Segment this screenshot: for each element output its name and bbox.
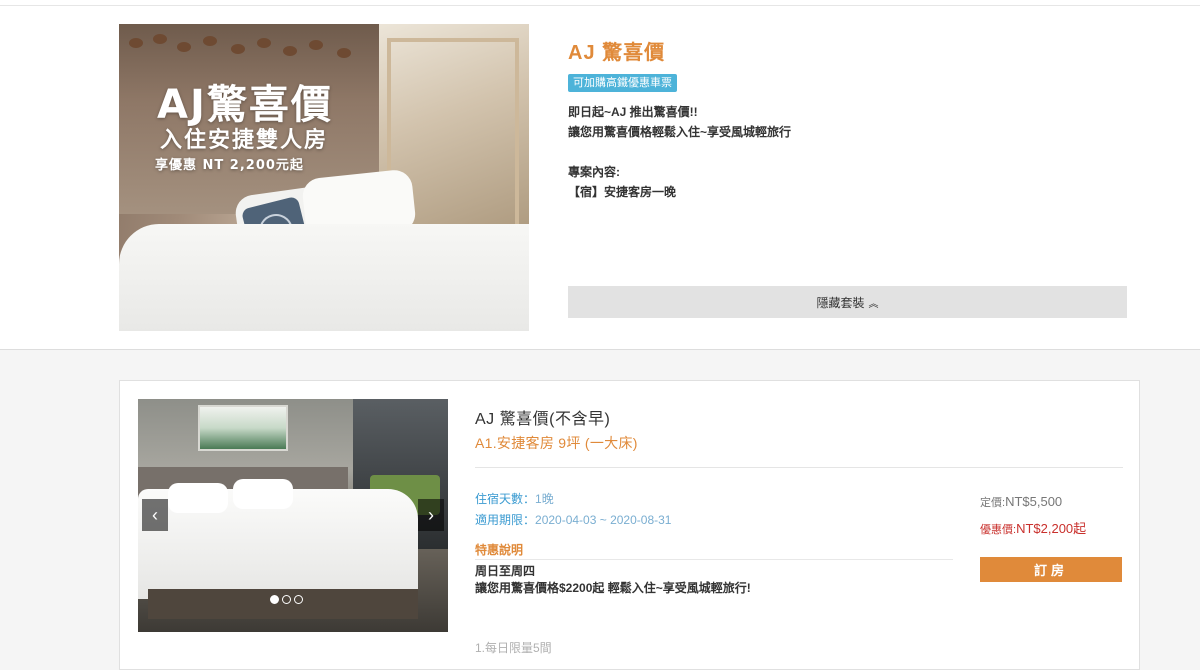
hide-package-label: 隱藏套裝 <box>816 295 865 310</box>
promo-desc-line: 讓您用驚喜價格輕鬆入住~享受風城輕旅行 <box>568 125 792 139</box>
promo-content: 專案內容: 【宿】安捷客房一晚 <box>568 162 676 202</box>
room-gallery: ‹ › <box>138 399 448 632</box>
promo-description: 即日起~AJ 推出驚喜價!! 讓您用驚喜價格輕鬆入住~享受風城輕旅行 <box>568 102 791 142</box>
promo-image-subtitle: 入住安捷雙人房 <box>160 128 329 153</box>
gallery-pillow <box>168 483 228 513</box>
promo-image: AJ驚喜價 入住安捷雙人房 享優惠 NT 2,200元起 <box>119 24 529 331</box>
special-offer-line: 周日至周四 <box>475 564 536 578</box>
gallery-wall-art <box>198 405 288 451</box>
gallery-dots <box>270 595 303 604</box>
nights-label: 住宿天數： <box>475 492 536 506</box>
room-card: ‹ › AJ 驚喜價(不含早) A1.安捷客房 9坪 (一大床) 住宿天數：1晚… <box>119 380 1140 670</box>
divider <box>475 559 953 560</box>
room-note: 1.每日限量5間 <box>475 641 552 655</box>
promo-desc-line: 即日起~AJ 推出驚喜價!! <box>568 105 698 119</box>
promo-package-section: AJ驚喜價 入住安捷雙人房 享優惠 NT 2,200元起 AJ 驚喜價 可加購高… <box>0 6 1200 350</box>
divider <box>475 467 1123 468</box>
sale-price: 優惠價:NT$2,200起 <box>980 518 1086 537</box>
promo-image-price: 享優惠 NT 2,200元起 <box>155 158 304 173</box>
gallery-dot[interactable] <box>294 595 303 604</box>
period-row: 適用期限：2020-04-03 ~ 2020-08-31 <box>475 512 671 528</box>
nights-value: 1晚 <box>535 492 554 506</box>
special-offer-label: 特惠說明 <box>475 543 524 557</box>
list-price: 定價:NT$5,500 <box>980 494 1062 510</box>
nights-row: 住宿天數：1晚 <box>475 491 554 507</box>
period-value: 2020-04-03 ~ 2020-08-31 <box>535 513 672 527</box>
image-bird-decoration <box>123 28 373 68</box>
list-price-label: 定價: <box>980 497 1006 509</box>
gallery-dot[interactable] <box>270 595 279 604</box>
room-plan-name: AJ 驚喜價(不含早) <box>475 411 611 428</box>
promo-content-label: 專案內容: <box>568 165 620 179</box>
promo-badge: 可加購高鐵優惠車票 <box>568 74 677 92</box>
hide-package-button[interactable]: 隱藏套裝 ︽ <box>568 286 1127 318</box>
promo-content-item: 【宿】安捷客房一晚 <box>568 185 677 199</box>
gallery-prev-button[interactable]: ‹ <box>142 499 168 531</box>
chevron-up-icon: ︽ <box>868 298 879 310</box>
gallery-bed-base <box>148 589 418 619</box>
period-label: 適用期限： <box>475 513 536 527</box>
book-room-button[interactable]: 訂房 <box>980 557 1122 582</box>
sale-price-label: 優惠價: <box>980 524 1017 536</box>
sale-price-value: NT$2,200起 <box>1016 521 1087 536</box>
gallery-next-button[interactable]: › <box>418 499 444 531</box>
list-price-value: NT$5,500 <box>1005 494 1063 509</box>
special-offer-line: 讓您用驚喜價格$2200起 輕鬆入住~享受風城輕旅行! <box>475 581 751 595</box>
gallery-pillow <box>233 479 293 509</box>
gallery-dot[interactable] <box>282 595 291 604</box>
special-offer-text: 周日至周四 讓您用驚喜價格$2200起 輕鬆入住~享受風城輕旅行! <box>475 563 751 597</box>
promo-title: AJ 驚喜價 <box>568 42 666 64</box>
room-type: A1.安捷客房 9坪 (一大床) <box>475 435 638 451</box>
image-bed <box>119 224 529 331</box>
